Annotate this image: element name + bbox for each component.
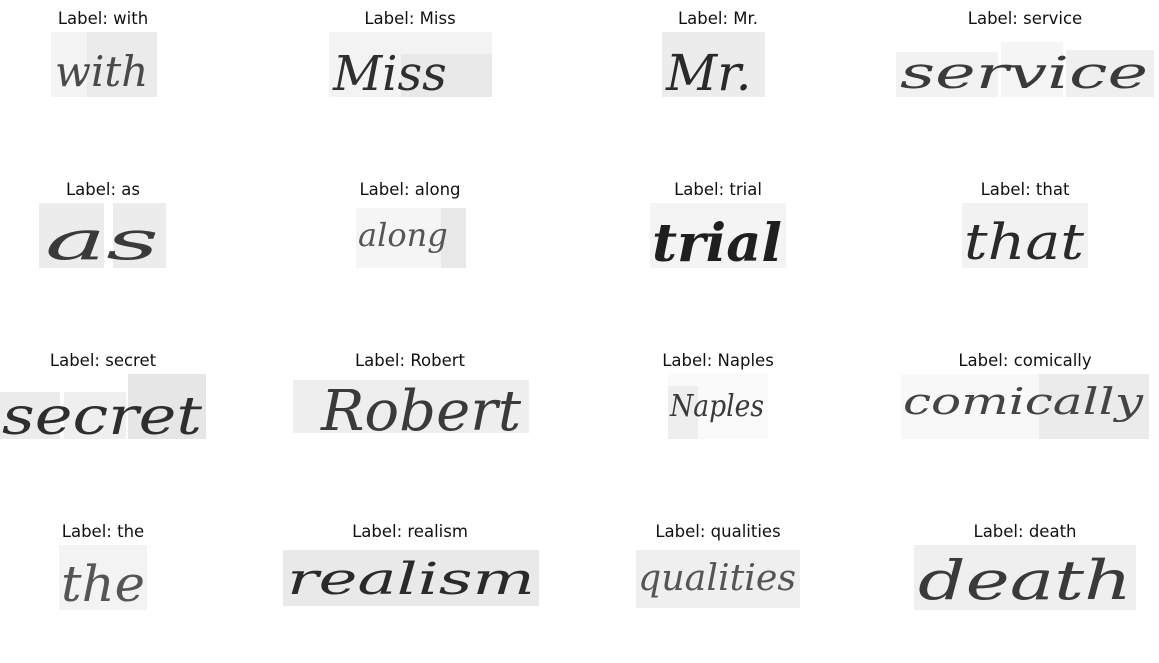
sample-label: Label: Naples bbox=[662, 351, 774, 370]
handwritten-word-image: with bbox=[51, 32, 157, 97]
sample-cell: Label: service service bbox=[890, 0, 1159, 150]
sample-label: Label: Miss bbox=[364, 9, 456, 28]
sample-cell: Label: realism realism bbox=[275, 513, 545, 663]
sample-cell: Label: death death bbox=[890, 513, 1159, 663]
handwritten-word-image: death bbox=[914, 545, 1136, 610]
handwritten-word-image: service bbox=[896, 42, 1154, 97]
handwritten-word-image: as bbox=[39, 203, 166, 268]
sample-label: Label: with bbox=[57, 9, 149, 28]
svg-text:Robert: Robert bbox=[320, 379, 522, 439]
svg-text:comically: comically bbox=[903, 382, 1144, 423]
svg-text:the: the bbox=[61, 555, 145, 610]
sample-cell: Label: as as bbox=[0, 171, 238, 321]
sample-label: Label: Robert bbox=[354, 351, 466, 370]
sample-label: Label: along bbox=[359, 180, 461, 199]
handwritten-word-image: that bbox=[962, 203, 1088, 268]
sample-cell: Label: qualities qualities bbox=[583, 513, 853, 663]
svg-text:trial: trial bbox=[652, 213, 782, 268]
sample-label: Label: trial bbox=[674, 180, 762, 199]
svg-text:service: service bbox=[900, 48, 1148, 97]
handwritten-word-image: the bbox=[59, 545, 147, 610]
handwritten-word-image: Robert bbox=[293, 379, 529, 439]
sample-label: Label: the bbox=[61, 522, 145, 541]
sample-cell: Label: Naples Naples bbox=[583, 342, 853, 492]
sample-label: Label: that bbox=[980, 180, 1070, 199]
handwritten-word-image: Miss bbox=[329, 32, 492, 97]
handwritten-word-image: along bbox=[356, 208, 466, 268]
svg-text:Miss: Miss bbox=[332, 46, 447, 97]
svg-text:Naples: Naples bbox=[669, 389, 764, 424]
svg-text:that: that bbox=[964, 213, 1085, 268]
sample-cell: Label: that that bbox=[890, 171, 1159, 321]
svg-text:with: with bbox=[55, 47, 148, 96]
svg-text:death: death bbox=[918, 549, 1132, 610]
sample-label: Label: service bbox=[967, 9, 1083, 28]
handwritten-word-image: trial bbox=[650, 203, 786, 268]
svg-text:Mr.: Mr. bbox=[665, 44, 752, 97]
svg-text:qualities: qualities bbox=[638, 558, 796, 599]
sample-cell: Label: the the bbox=[0, 513, 238, 663]
sample-label: Label: secret bbox=[49, 351, 157, 370]
handwritten-word-image: qualities bbox=[636, 550, 800, 608]
sample-cell: Label: trial trial bbox=[583, 171, 853, 321]
handwritten-word-image: Mr. bbox=[662, 32, 765, 97]
sample-cell: Label: comically comically bbox=[890, 342, 1159, 492]
sample-cell: Label: along along bbox=[275, 171, 545, 321]
svg-text:as: as bbox=[45, 209, 159, 268]
sample-cell: Label: with with bbox=[0, 0, 238, 150]
handwritten-word-image: realism bbox=[283, 550, 539, 606]
handwritten-word-image: Naples bbox=[668, 374, 768, 439]
handwriting-sample-grid: Label: with with Label: Miss Miss Label:… bbox=[0, 0, 1159, 615]
sample-cell: Label: secret secret bbox=[0, 342, 238, 492]
svg-text:realism: realism bbox=[287, 554, 535, 605]
sample-label: Label: as bbox=[65, 180, 141, 199]
svg-text:secret: secret bbox=[2, 387, 202, 439]
svg-text:along: along bbox=[358, 216, 448, 254]
sample-cell: Label: Miss Miss bbox=[275, 0, 545, 150]
handwritten-word-image: comically bbox=[901, 374, 1149, 439]
sample-label: Label: realism bbox=[352, 522, 468, 541]
sample-label: Label: Mr. bbox=[677, 9, 759, 28]
handwritten-word-image: secret bbox=[0, 374, 206, 439]
sample-cell: Label: Mr. Mr. bbox=[583, 0, 853, 150]
sample-label: Label: qualities bbox=[655, 522, 781, 541]
sample-label: Label: comically bbox=[958, 351, 1092, 370]
sample-label: Label: death bbox=[973, 522, 1077, 541]
sample-cell: Label: Robert Robert bbox=[275, 342, 545, 492]
